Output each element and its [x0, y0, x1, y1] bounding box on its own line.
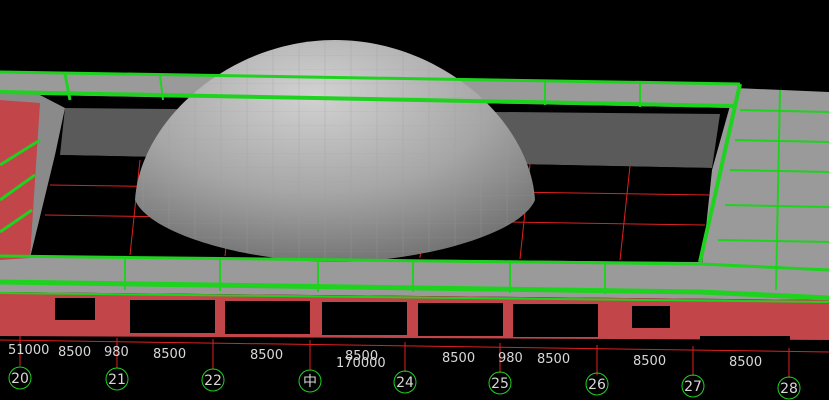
- axis-bubble-label: 25: [491, 376, 509, 392]
- axis-bubble: 28: [777, 376, 801, 400]
- axis-bubble-label: 28: [780, 381, 798, 397]
- dim-label: 8500: [633, 354, 666, 369]
- axis-bubble: 中: [298, 369, 322, 393]
- dim-label: 8500: [729, 355, 762, 370]
- axis-bubble-label: 20: [11, 371, 29, 387]
- structure-scene: 51000 8500 980 8500 8500 8500 170000 850…: [0, 40, 829, 400]
- axis-bubble-label: 27: [684, 379, 702, 395]
- 3d-model-viewport[interactable]: 51000 8500 980 8500 8500 8500 170000 850…: [0, 0, 829, 400]
- axis-bubble: 27: [681, 374, 705, 398]
- axis-bubble-label: 中: [303, 374, 317, 390]
- axis-bubble-label: 26: [588, 377, 606, 393]
- dome: [135, 40, 535, 262]
- axis-bubble: 21: [105, 367, 129, 391]
- dim-label: 8500: [153, 347, 186, 362]
- axis-bubble-label: 22: [204, 373, 222, 389]
- dim-label: 980: [498, 351, 523, 366]
- axis-bubble: 20: [8, 366, 32, 390]
- axis-bubble: 24: [393, 370, 417, 394]
- axis-bubble: 25: [488, 371, 512, 395]
- dim-label: 8500: [250, 348, 283, 363]
- axis-bubble: 26: [585, 372, 609, 396]
- dim-label: 8500: [58, 345, 91, 360]
- axis-bubble-label: 21: [108, 372, 126, 388]
- dim-label: 8500: [442, 351, 475, 366]
- facade-south: [0, 292, 829, 340]
- dim-label: 51000: [8, 343, 49, 358]
- axis-bubble: 22: [201, 368, 225, 392]
- dimension-labels: 51000 8500 980 8500 8500 8500 170000 850…: [8, 343, 762, 371]
- dim-label: 170000: [336, 356, 386, 371]
- axis-bubble-label: 24: [396, 375, 414, 391]
- dim-label: 980: [104, 345, 129, 360]
- dim-label: 8500: [537, 352, 570, 367]
